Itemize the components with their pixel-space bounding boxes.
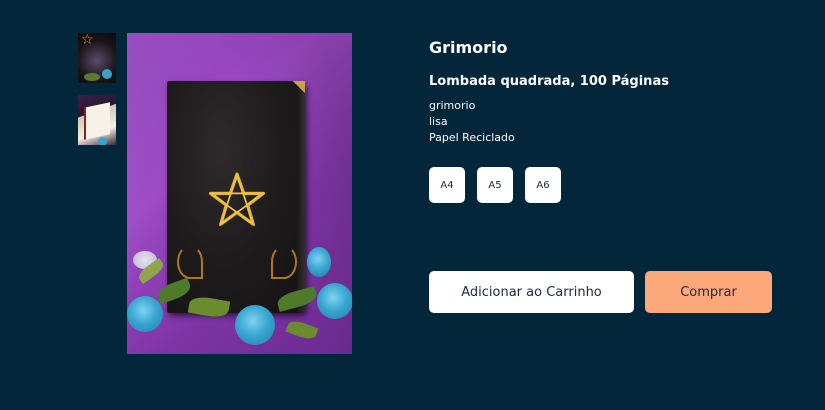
product-main-image (127, 33, 352, 354)
gold-ornament (271, 245, 297, 279)
open-page-icon (84, 102, 110, 140)
thumbnail-book-cover[interactable]: ☆ (78, 33, 116, 83)
blue-rose (235, 305, 275, 345)
size-option-a4[interactable]: A4 (429, 167, 465, 203)
flower-icon (98, 137, 107, 145)
pentagram-icon (209, 171, 265, 227)
blue-rose (317, 283, 352, 319)
size-option-a6[interactable]: A6 (525, 167, 561, 203)
blue-rose (127, 296, 163, 332)
leaf-icon (84, 73, 100, 81)
product-page: ☆ Grimorio Lombada quadrada, 100 Páginas (0, 0, 825, 410)
add-to-cart-button[interactable]: Adicionar ao Carrinho (429, 271, 634, 313)
detail-line: Papel Reciclado (429, 131, 515, 144)
flower-icon (102, 69, 112, 79)
pentagram-icon: ☆ (81, 33, 94, 48)
detail-line: grimorio (429, 99, 476, 112)
product-title: Grimorio (429, 38, 508, 57)
blue-rose (307, 247, 331, 277)
size-option-a5[interactable]: A5 (477, 167, 513, 203)
gold-ornament (177, 245, 203, 279)
size-selector: A4 A5 A6 (429, 167, 561, 203)
gold-corner (293, 81, 305, 93)
buy-button[interactable]: Comprar (645, 271, 772, 313)
thumbnail-book-open[interactable] (78, 95, 116, 145)
product-subtitle: Lombada quadrada, 100 Páginas (429, 74, 669, 89)
product-details: grimorio lisa Papel Reciclado (429, 98, 515, 146)
detail-line: lisa (429, 115, 448, 128)
